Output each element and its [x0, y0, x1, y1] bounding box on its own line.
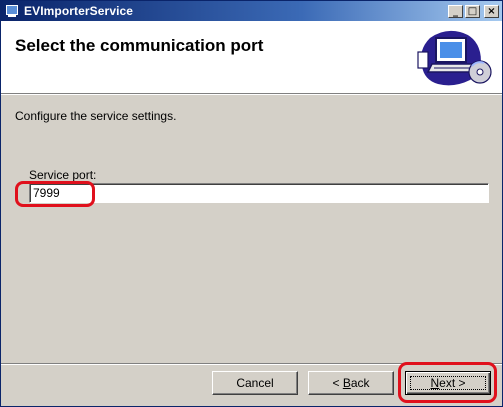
instruction-text: Configure the service settings. — [15, 109, 177, 123]
window-title: EVImporterService — [24, 4, 134, 18]
window-controls: _ □ × — [448, 4, 499, 18]
service-port-label: Service port: — [29, 168, 97, 182]
cancel-button[interactable]: Cancel — [212, 371, 298, 395]
maximize-button[interactable]: □ — [465, 4, 480, 18]
minimize-button[interactable]: _ — [448, 4, 463, 18]
back-button-label: < Back — [332, 376, 370, 390]
installer-window: EVImporterService _ □ × Select the commu… — [0, 0, 503, 407]
next-button[interactable]: Next > — [405, 371, 491, 395]
title-bar[interactable]: EVImporterService _ □ × — [1, 1, 502, 21]
cancel-button-label: Cancel — [236, 376, 274, 390]
back-button[interactable]: < Back — [308, 371, 394, 395]
service-port-input[interactable] — [29, 183, 489, 203]
close-button[interactable]: × — [484, 4, 499, 18]
computer-disc-icon — [417, 30, 492, 86]
installer-app-icon[interactable] — [5, 4, 19, 18]
next-button-label: Next > — [430, 376, 466, 390]
wizard-header: Select the communication port — [1, 21, 502, 94]
page-title: Select the communication port — [15, 36, 264, 55]
header-divider — [1, 94, 502, 95]
